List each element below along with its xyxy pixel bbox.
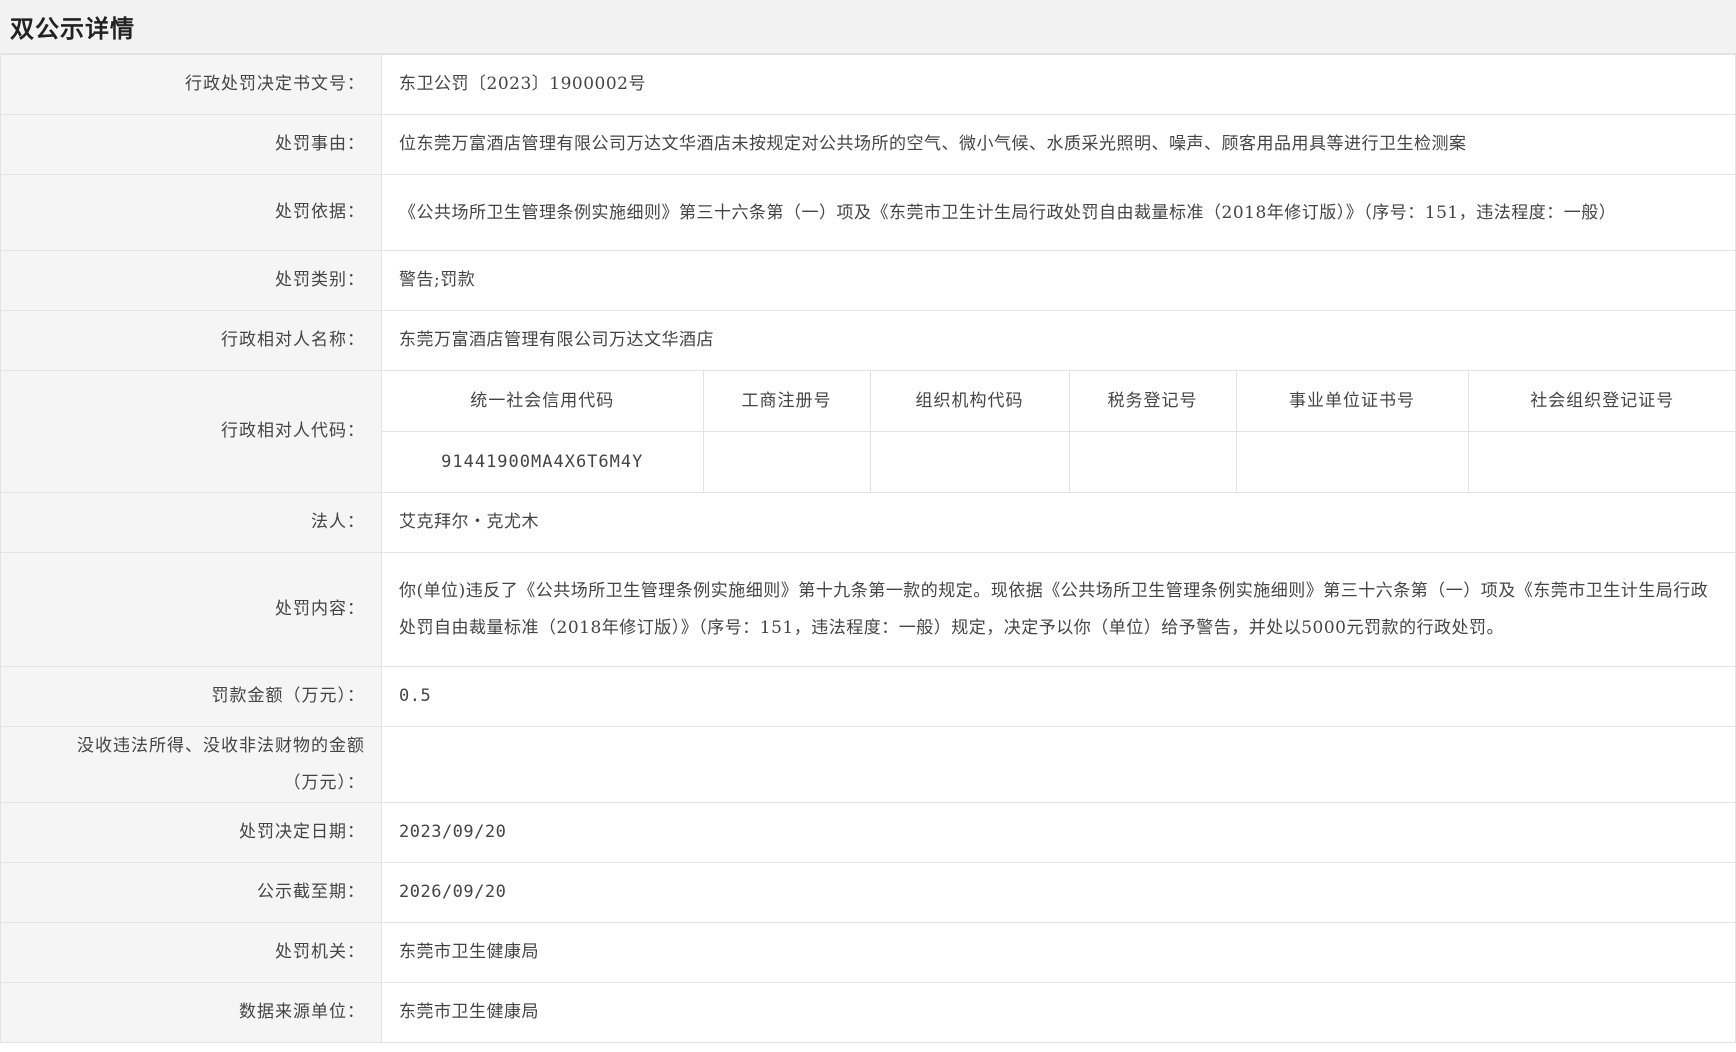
decision-date-value: 2023/09/20 [381,802,1736,863]
code-value-org [869,431,1070,492]
confiscation-value [381,726,1736,803]
category-label: 处罚类别： [0,250,382,311]
code-header-tax: 税务登记号 [1068,371,1237,432]
row-doc-no: 行政处罚决定书文号： 东卫公罚〔2023〕1900002号 [0,54,1736,115]
code-value-business [702,431,871,492]
code-header-institution: 事业单位证书号 [1235,371,1469,432]
legal-person-value: 艾克拜尔・克尤木 [381,492,1736,553]
publicity-end-value: 2026/09/20 [381,862,1736,923]
party-name-label: 行政相对人名称： [0,310,382,371]
row-source: 数据来源单位： 东莞市卫生健康局 [0,982,1736,1043]
reason-label: 处罚事由： [0,114,382,175]
party-code-table: 统一社会信用代码 工商注册号 组织机构代码 税务登记号 事业单位证书号 社会组织… [382,371,1736,492]
source-label: 数据来源单位： [0,982,382,1043]
doc-no-value: 东卫公罚〔2023〕1900002号 [381,54,1736,115]
decision-date-label: 处罚决定日期： [0,802,382,863]
code-header-row: 统一社会信用代码 工商注册号 组织机构代码 税务登记号 事业单位证书号 社会组织… [382,371,1736,432]
page: 双公示详情 行政处罚决定书文号： 东卫公罚〔2023〕1900002号 处罚事由… [0,0,1736,1052]
row-confiscation: 没收违法所得、没收非法财物的金额（万元）： [0,726,1736,803]
authority-label: 处罚机关： [0,922,382,983]
code-value-credit: 91441900MA4X6T6M4Y [382,431,704,492]
row-reason: 处罚事由： 位东莞万富酒店管理有限公司万达文华酒店未按规定对公共场所的空气、微小… [0,114,1736,175]
confiscation-label: 没收违法所得、没收非法财物的金额（万元）： [0,726,382,803]
source-value: 东莞市卫生健康局 [381,982,1736,1043]
row-party-code: 行政相对人代码： 统一社会信用代码 工商注册号 组织机构代码 税务登记号 事业单… [0,370,1736,493]
detail-table: 行政处罚决定书文号： 东卫公罚〔2023〕1900002号 处罚事由： 位东莞万… [0,54,1736,1043]
party-code-cell: 统一社会信用代码 工商注册号 组织机构代码 税务登记号 事业单位证书号 社会组织… [381,370,1736,493]
fine-value: 0.5 [381,666,1736,727]
basis-value: 《公共场所卫生管理条例实施细则》第三十六条第（一）项及《东莞市卫生计生局行政处罚… [381,174,1736,251]
code-value-row: 91441900MA4X6T6M4Y [382,431,1736,492]
code-header-business: 工商注册号 [702,371,871,432]
page-title: 双公示详情 [10,15,135,43]
code-header-credit: 统一社会信用代码 [382,371,704,432]
code-header-org: 组织机构代码 [869,371,1070,432]
code-value-social-org [1467,431,1736,492]
basis-label: 处罚依据： [0,174,382,251]
legal-person-label: 法人： [0,492,382,553]
content-value: 你(单位)违反了《公共场所卫生管理条例实施细则》第十九条第一款的规定。现依据《公… [381,552,1736,667]
row-fine: 罚款金额（万元）： 0.5 [0,666,1736,727]
doc-no-label: 行政处罚决定书文号： [0,54,382,115]
fine-label: 罚款金额（万元）： [0,666,382,727]
row-authority: 处罚机关： 东莞市卫生健康局 [0,922,1736,983]
reason-value: 位东莞万富酒店管理有限公司万达文华酒店未按规定对公共场所的空气、微小气候、水质采… [381,114,1736,175]
party-name-value: 东莞万富酒店管理有限公司万达文华酒店 [381,310,1736,371]
code-value-tax [1068,431,1237,492]
row-decision-date: 处罚决定日期： 2023/09/20 [0,802,1736,863]
row-basis: 处罚依据： 《公共场所卫生管理条例实施细则》第三十六条第（一）项及《东莞市卫生计… [0,174,1736,251]
row-content: 处罚内容： 你(单位)违反了《公共场所卫生管理条例实施细则》第十九条第一款的规定… [0,552,1736,667]
authority-value: 东莞市卫生健康局 [381,922,1736,983]
row-publicity-end: 公示截至期： 2026/09/20 [0,862,1736,923]
row-party-name: 行政相对人名称： 东莞万富酒店管理有限公司万达文华酒店 [0,310,1736,371]
category-value: 警告;罚款 [381,250,1736,311]
party-code-label: 行政相对人代码： [0,370,382,493]
row-category: 处罚类别： 警告;罚款 [0,250,1736,311]
code-value-institution [1235,431,1469,492]
content-label: 处罚内容： [0,552,382,667]
page-header: 双公示详情 [0,0,1736,54]
code-header-social-org: 社会组织登记证号 [1467,371,1736,432]
publicity-end-label: 公示截至期： [0,862,382,923]
row-legal-person: 法人： 艾克拜尔・克尤木 [0,492,1736,553]
